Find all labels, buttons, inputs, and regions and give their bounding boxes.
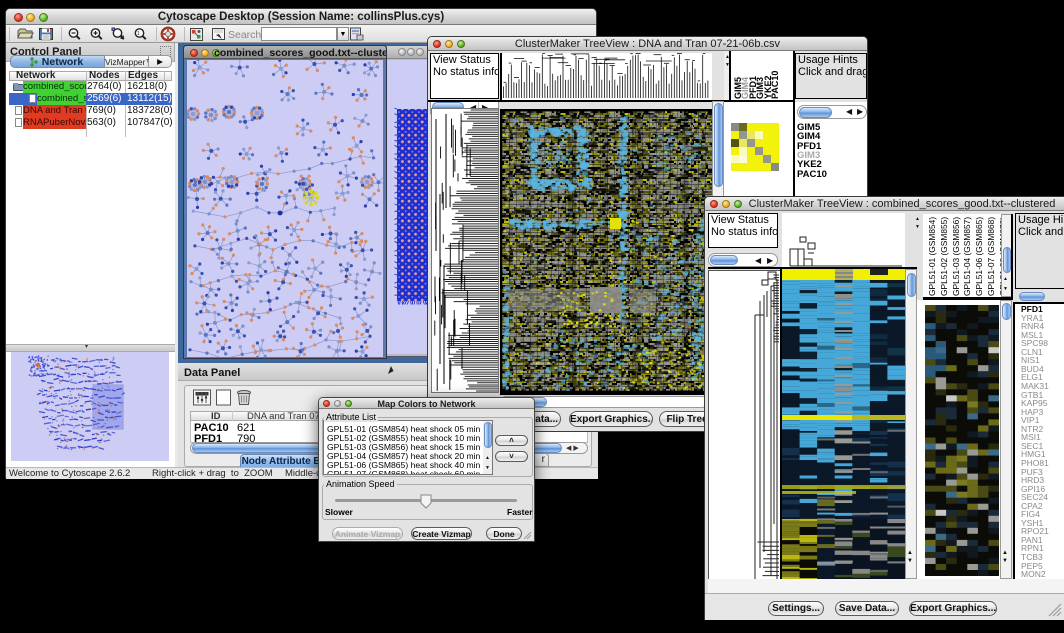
svg-text:1: 1 bbox=[137, 31, 140, 37]
